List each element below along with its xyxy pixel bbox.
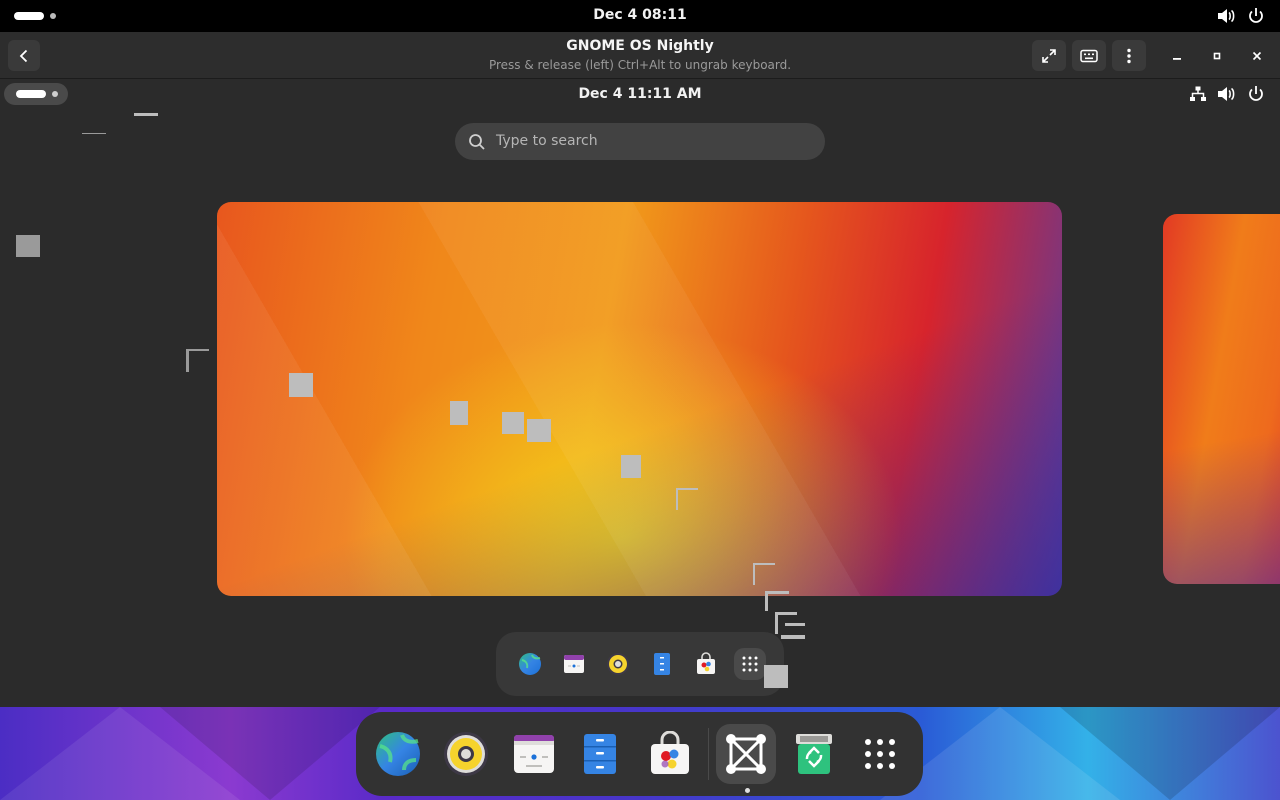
render-artifact — [502, 412, 524, 434]
render-artifact — [16, 235, 40, 257]
power-icon[interactable] — [1246, 6, 1266, 26]
render-artifact — [186, 349, 189, 372]
volume-icon[interactable] — [1216, 6, 1236, 26]
guest-display[interactable]: Dec 4 11:11 AM Type to search — [0, 79, 1280, 800]
render-artifact — [775, 612, 778, 634]
trash-icon[interactable] — [784, 724, 844, 784]
workspace-thumbnail-next[interactable] — [1163, 214, 1280, 584]
dock-separator — [708, 728, 709, 780]
render-artifact — [764, 665, 788, 688]
render-artifact — [753, 563, 775, 565]
render-artifact — [781, 635, 805, 639]
host-top-bar: Dec 4 08:11 — [0, 0, 1280, 32]
dock — [356, 712, 923, 796]
show-apps-button[interactable] — [850, 724, 910, 784]
music-icon[interactable] — [602, 648, 634, 680]
fullscreen-button[interactable] — [1032, 40, 1066, 71]
web-browser-icon[interactable] — [368, 724, 428, 784]
guest-clock[interactable]: Dec 4 11:11 AM — [0, 86, 1280, 102]
show-apps-button[interactable] — [734, 648, 766, 680]
maximize-button[interactable] — [1205, 44, 1229, 68]
running-indicator — [745, 788, 750, 793]
search-icon — [469, 134, 485, 150]
power-icon[interactable] — [1246, 84, 1266, 104]
web-browser-icon[interactable] — [514, 648, 546, 680]
minimize-button[interactable] — [1165, 44, 1189, 68]
guest-top-bar: Dec 4 11:11 AM — [0, 79, 1280, 109]
files-icon[interactable] — [646, 648, 678, 680]
render-artifact — [527, 419, 551, 442]
keyboard-icon — [1080, 49, 1098, 62]
app-grid-icon — [865, 739, 895, 769]
software-icon[interactable] — [640, 724, 700, 784]
boxes-icon[interactable] — [716, 724, 776, 784]
host-clock[interactable]: Dec 4 08:11 — [0, 7, 1280, 23]
render-artifact — [676, 488, 678, 510]
music-icon[interactable] — [436, 724, 496, 784]
render-artifact — [753, 563, 755, 585]
network-icon[interactable] — [1189, 84, 1207, 104]
render-artifact — [785, 623, 805, 626]
render-artifact — [621, 455, 641, 478]
render-artifact — [450, 401, 468, 425]
calendar-icon[interactable] — [504, 724, 564, 784]
render-artifact — [82, 133, 106, 134]
software-icon[interactable] — [690, 648, 722, 680]
close-icon — [1252, 51, 1262, 61]
maximize-icon — [1213, 52, 1221, 60]
close-button[interactable] — [1245, 44, 1269, 68]
app-grid-icon — [742, 656, 758, 672]
minimize-icon — [1173, 58, 1181, 60]
volume-icon[interactable] — [1216, 84, 1236, 104]
search-input[interactable]: Type to search — [455, 123, 825, 160]
send-keys-button[interactable] — [1072, 40, 1106, 71]
render-artifact — [775, 612, 797, 615]
render-artifact — [676, 488, 698, 490]
menu-icon — [1127, 48, 1131, 63]
fullscreen-icon — [1042, 48, 1056, 63]
files-icon[interactable] — [570, 724, 630, 784]
main-menu-button[interactable] — [1112, 40, 1146, 71]
render-artifact — [134, 113, 158, 116]
workspace-thumbnail-current[interactable] — [217, 202, 1062, 596]
render-artifact — [289, 373, 313, 397]
vm-window-header: GNOME OS Nightly Press & release (left) … — [0, 32, 1280, 79]
search-placeholder: Type to search — [496, 133, 598, 149]
calendar-icon[interactable] — [558, 648, 590, 680]
render-artifact — [765, 591, 789, 594]
render-artifact — [765, 591, 768, 611]
render-artifact — [186, 349, 209, 351]
overview-dash — [496, 632, 784, 696]
